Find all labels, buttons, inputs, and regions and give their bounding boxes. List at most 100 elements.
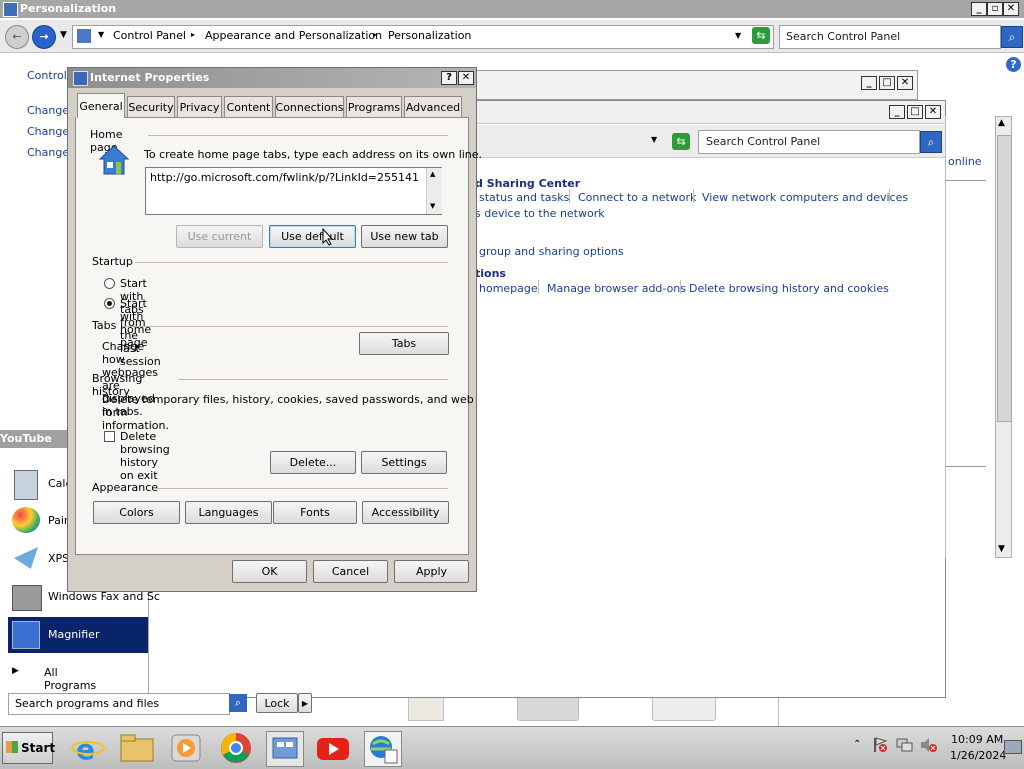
help-icon[interactable]: ? bbox=[441, 71, 457, 85]
connect-network-link[interactable]: Connect to a network bbox=[578, 191, 696, 204]
internet-explorer-icon[interactable]: e bbox=[70, 731, 106, 766]
left-nav-control[interactable]: Control bbox=[27, 69, 67, 82]
use-default-button[interactable]: Use default bbox=[269, 225, 356, 248]
breadcrumb-arrow-icon[interactable]: ▸ bbox=[373, 30, 377, 39]
tab-security[interactable]: Security bbox=[127, 96, 175, 117]
ok-button[interactable]: OK bbox=[232, 560, 307, 583]
breadcrumb-control-panel[interactable]: Control Panel bbox=[113, 29, 186, 42]
breadcrumb-arrow-icon[interactable]: ▸ bbox=[191, 30, 195, 39]
search-icon[interactable]: ⌕ bbox=[229, 694, 247, 712]
action-center-icon[interactable] bbox=[872, 737, 888, 753]
breadcrumb-personalization[interactable]: Personalization bbox=[388, 29, 471, 42]
scroll-up-icon[interactable]: ▲ bbox=[998, 118, 1005, 128]
device-network-link[interactable]: s device to the network bbox=[475, 207, 605, 220]
start-menu-item-magnifier[interactable]: Magnifier bbox=[8, 617, 148, 653]
close-icon[interactable]: ✕ bbox=[1003, 2, 1019, 16]
maximize-icon[interactable]: □ bbox=[879, 76, 895, 90]
left-nav-change[interactable]: Change bbox=[27, 104, 69, 117]
back-icon[interactable]: ← bbox=[5, 25, 29, 49]
lock-button[interactable]: Lock bbox=[256, 693, 298, 713]
delete-on-exit-label[interactable]: Delete browsing history on exit bbox=[120, 430, 170, 482]
left-nav-change[interactable]: Change bbox=[27, 125, 69, 138]
tab-connections[interactable]: Connections bbox=[275, 96, 344, 117]
all-programs[interactable]: ▶ All Programs bbox=[8, 664, 108, 692]
history-dropdown-icon[interactable]: ▼ bbox=[60, 30, 67, 40]
vertical-scrollbar[interactable]: ▲ ▼ bbox=[995, 116, 1012, 558]
cancel-button[interactable]: Cancel bbox=[313, 560, 388, 583]
forward-icon[interactable]: → bbox=[32, 25, 56, 49]
help-icon[interactable]: ? bbox=[1006, 57, 1021, 72]
breadcrumb-arrow-icon[interactable]: ▼ bbox=[98, 30, 104, 39]
start-search-box[interactable]: Search programs and files bbox=[8, 693, 230, 715]
scroll-up-icon[interactable]: ▲ bbox=[430, 170, 435, 178]
history-settings-button[interactable]: Settings bbox=[361, 451, 447, 474]
breadcrumb-appearance[interactable]: Appearance and Personalization bbox=[205, 29, 382, 42]
address-dropdown-icon[interactable]: ▼ bbox=[735, 31, 741, 40]
network-search-input[interactable]: Search Control Panel bbox=[706, 135, 820, 148]
network-status-icon[interactable] bbox=[896, 737, 914, 753]
colors-button[interactable]: Colors bbox=[93, 501, 180, 524]
close-icon[interactable]: ✕ bbox=[897, 76, 913, 90]
left-nav-change[interactable]: Change bbox=[27, 146, 69, 159]
minimize-icon[interactable]: _ bbox=[861, 76, 877, 90]
textarea-scrollbar[interactable]: ▲ ▼ bbox=[426, 168, 442, 214]
show-desktop-icon[interactable] bbox=[1004, 740, 1022, 754]
radio-last-session[interactable] bbox=[104, 278, 115, 289]
internet-properties-taskbar-icon[interactable] bbox=[364, 731, 402, 767]
use-current-button[interactable]: Use current bbox=[176, 225, 263, 248]
restore-icon[interactable]: ▫ bbox=[987, 2, 1003, 16]
close-icon[interactable]: ✕ bbox=[925, 105, 941, 119]
start-search-input[interactable]: Search programs and files bbox=[15, 697, 159, 710]
refresh-icon[interactable]: ⇆ bbox=[672, 133, 690, 150]
minimize-icon[interactable]: _ bbox=[889, 105, 905, 119]
delete-history-button[interactable]: Delete... bbox=[270, 451, 356, 474]
online-link[interactable]: online bbox=[948, 155, 982, 168]
accessibility-button[interactable]: Accessibility bbox=[362, 501, 449, 524]
delete-history-link[interactable]: Delete browsing history and cookies bbox=[689, 282, 889, 295]
refresh-icon[interactable]: ⇆ bbox=[752, 27, 770, 44]
tab-advanced[interactable]: Advanced bbox=[404, 96, 462, 117]
home-page-url-textarea[interactable]: http://go.microsoft.com/fwlink/p/?LinkId… bbox=[145, 167, 442, 215]
search-icon[interactable]: ⌕ bbox=[920, 131, 942, 153]
youtube-icon[interactable] bbox=[315, 731, 351, 765]
clock-time[interactable]: 10:09 AM bbox=[951, 733, 1003, 746]
clock-date[interactable]: 1/26/2024 bbox=[950, 749, 1006, 762]
start-button[interactable]: Start bbox=[2, 732, 55, 764]
homepage-link[interactable]: homepage bbox=[479, 282, 538, 295]
tabs-settings-button[interactable]: Tabs bbox=[359, 332, 449, 355]
volume-muted-icon[interactable] bbox=[920, 737, 938, 753]
manage-addons-link[interactable]: Manage browser add-ons bbox=[547, 282, 686, 295]
show-hidden-icons-icon[interactable]: ⌃ bbox=[853, 739, 861, 750]
address-dropdown-icon[interactable]: ▼ bbox=[651, 135, 657, 144]
maximize-icon[interactable]: □ bbox=[907, 105, 923, 119]
apply-button[interactable]: Apply bbox=[394, 560, 469, 583]
radio-home-page[interactable] bbox=[104, 298, 115, 309]
tab-content[interactable]: Content bbox=[224, 96, 273, 117]
close-icon[interactable]: ✕ bbox=[458, 71, 474, 85]
lock-options-button[interactable]: ▶ bbox=[298, 693, 312, 713]
control-panel-taskbar-icon[interactable] bbox=[266, 731, 304, 767]
tab-privacy[interactable]: Privacy bbox=[177, 96, 222, 117]
search-input[interactable]: Search Control Panel bbox=[786, 30, 900, 43]
use-new-tab-button[interactable]: Use new tab bbox=[361, 225, 448, 248]
scroll-down-icon[interactable]: ▼ bbox=[430, 202, 435, 210]
status-tasks-link[interactable]: status and tasks bbox=[479, 191, 569, 204]
tab-programs[interactable]: Programs bbox=[346, 96, 402, 117]
network-search-box[interactable]: Search Control Panel bbox=[698, 130, 920, 154]
fonts-button[interactable]: Fonts bbox=[273, 501, 357, 524]
address-bar[interactable]: ▼ Control Panel ▸ Appearance and Persona… bbox=[72, 25, 774, 49]
search-box[interactable]: Search Control Panel bbox=[779, 25, 1001, 49]
scroll-down-icon[interactable]: ▼ bbox=[998, 544, 1005, 554]
file-explorer-icon[interactable] bbox=[119, 731, 155, 765]
delete-on-exit-checkbox[interactable] bbox=[104, 431, 115, 442]
view-network-computers-link[interactable]: View network computers and devices bbox=[702, 191, 908, 204]
scrollbar-thumb[interactable] bbox=[997, 135, 1012, 422]
media-player-icon[interactable] bbox=[168, 731, 204, 765]
languages-button[interactable]: Languages bbox=[185, 501, 272, 524]
chrome-icon[interactable] bbox=[218, 731, 254, 765]
minimize-icon[interactable]: _ bbox=[971, 2, 987, 16]
search-icon[interactable]: ⌕ bbox=[1001, 26, 1023, 48]
group-sharing-link[interactable]: group and sharing options bbox=[479, 245, 624, 258]
tab-general[interactable]: General bbox=[77, 93, 125, 118]
chevron-right-icon: ▶ bbox=[301, 698, 309, 708]
